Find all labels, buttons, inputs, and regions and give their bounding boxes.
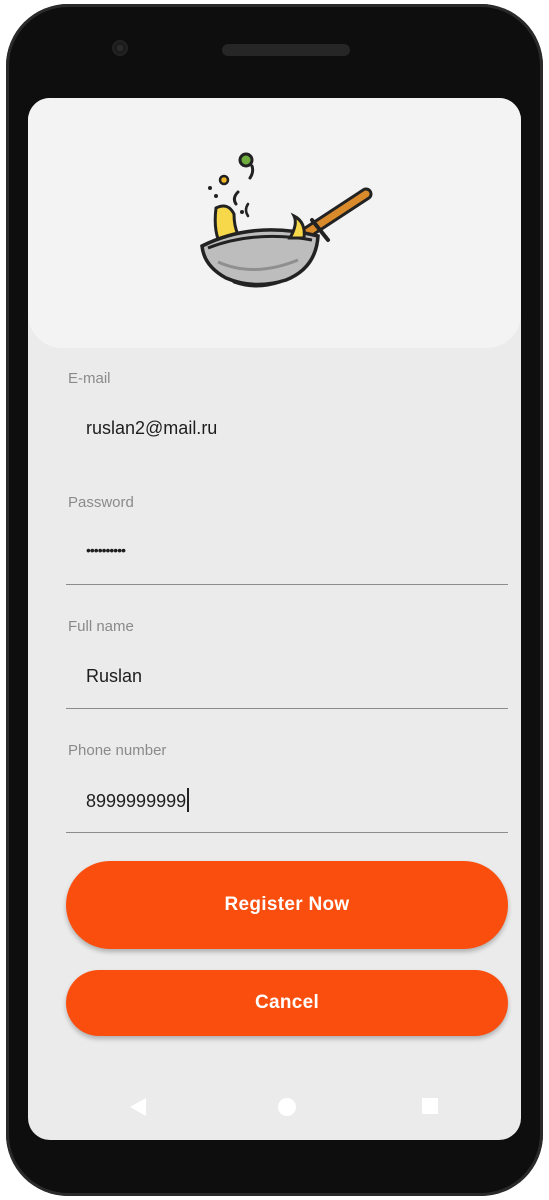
cancel-button[interactable]: Cancel — [66, 970, 508, 1036]
password-field[interactable]: •••••••••• — [86, 542, 126, 558]
password-label: Password — [68, 494, 134, 511]
email-field[interactable]: ruslan2@mail.ru — [86, 418, 217, 439]
back-triangle-icon[interactable] — [130, 1098, 146, 1116]
password-underline — [66, 584, 508, 585]
recent-apps-square-icon[interactable] — [422, 1098, 438, 1114]
phone-field[interactable]: 8999999999 — [86, 788, 190, 812]
header-panel — [28, 98, 521, 348]
app-screen: E-mail ruslan2@mail.ru Password ••••••••… — [28, 98, 521, 1140]
system-nav-bar — [28, 1076, 521, 1136]
phone-underline — [66, 832, 508, 833]
full-name-field[interactable]: Ruslan — [86, 666, 142, 687]
full-name-label: Full name — [68, 618, 134, 635]
email-label: E-mail — [68, 370, 111, 387]
home-circle-icon[interactable] — [278, 1098, 296, 1116]
phone-label: Phone number — [68, 742, 167, 759]
full-name-underline — [66, 708, 508, 709]
phone-value: 8999999999 — [86, 791, 187, 811]
speaker-grille — [222, 44, 350, 56]
camera-icon — [112, 40, 128, 56]
register-now-button[interactable]: Register Now — [66, 861, 508, 949]
phone-frame: E-mail ruslan2@mail.ru Password ••••••••… — [6, 4, 543, 1196]
text-caret — [187, 788, 190, 812]
wok-pan-icon — [200, 152, 373, 288]
